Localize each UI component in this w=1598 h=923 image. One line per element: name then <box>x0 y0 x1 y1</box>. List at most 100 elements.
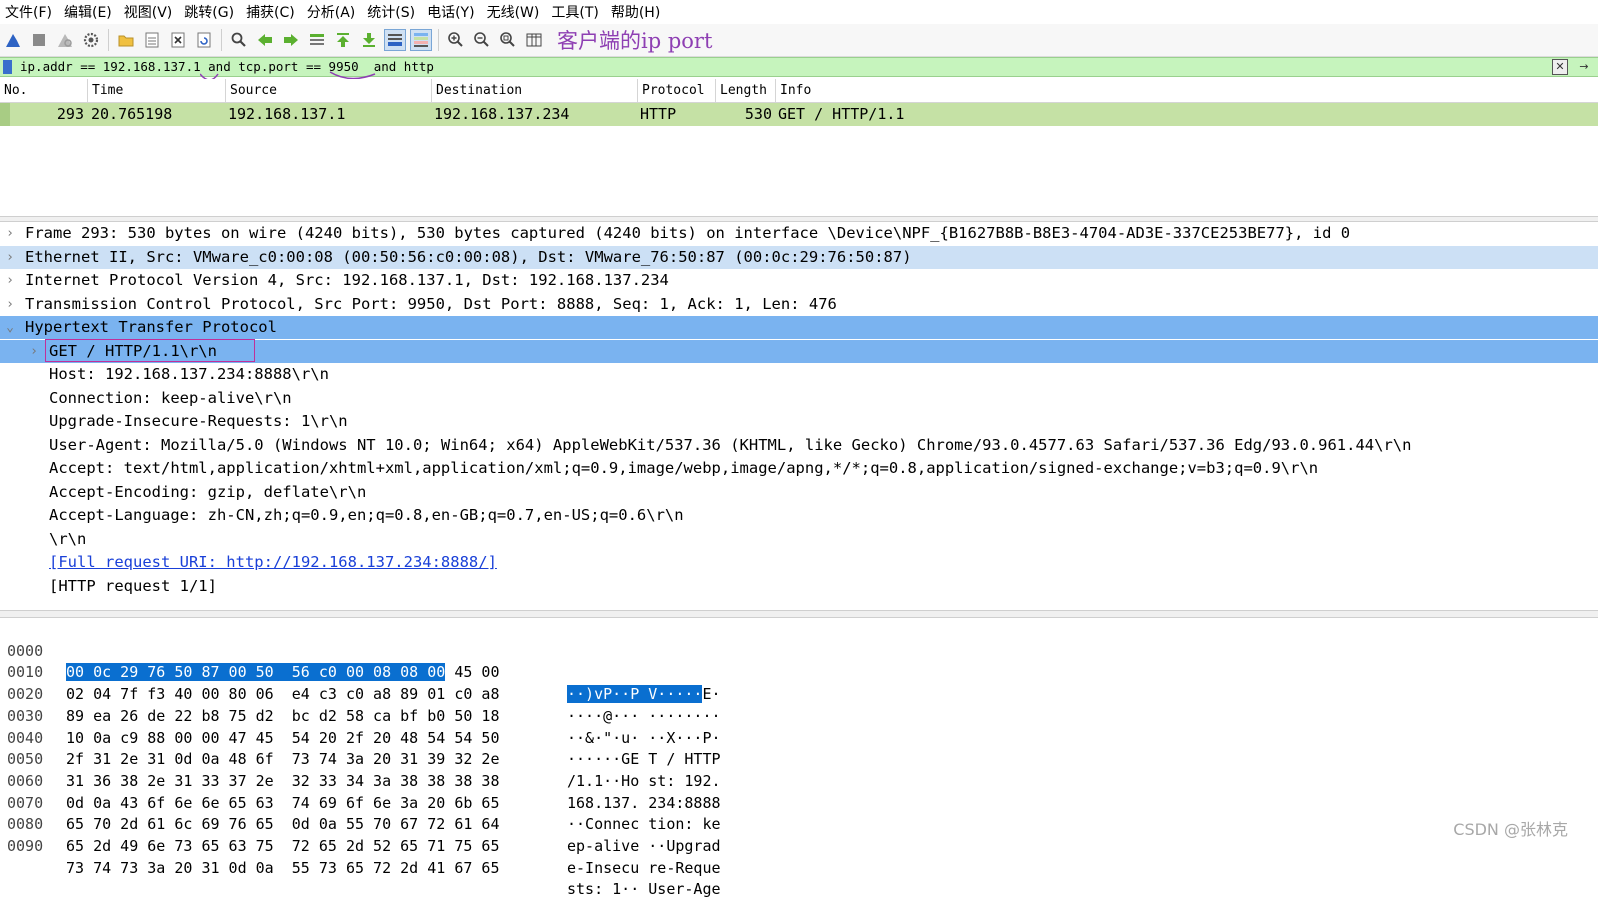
detail-http-accept-encoding[interactable]: Accept-Encoding: gzip, deflate\r\n <box>0 481 1598 504</box>
detail-frame[interactable]: › Frame 293: 530 bytes on wire (4240 bit… <box>0 222 1598 245</box>
hex-bytes: 02 04 7f f3 40 00 80 06 e4 c3 c0 a8 89 0… <box>66 685 500 704</box>
hex-row[interactable]: 0020 89 ea 26 de 22 b8 75 d2 bc d2 58 ca… <box>0 662 721 746</box>
detail-http-crlf[interactable]: \r\n <box>0 528 1598 551</box>
go-forward-arrow-icon[interactable] <box>280 29 302 51</box>
detail-http-upgrade[interactable]: Upgrade-Insecure-Requests: 1\r\n <box>0 410 1598 433</box>
collapse-arrow-icon[interactable]: ⌄ <box>3 316 17 339</box>
expand-arrow-icon[interactable]: › <box>3 269 17 292</box>
menu-edit[interactable]: 编辑(E) <box>59 2 119 22</box>
hex-bytes-selected: 00 0c 29 76 50 87 00 50 56 c0 00 08 08 0… <box>66 663 446 682</box>
auto-scroll-icon[interactable] <box>384 29 406 51</box>
hex-row[interactable]: 0090 73 74 73 3a 20 31 0d 0a 55 73 65 72… <box>0 814 721 898</box>
detail-http-user-agent[interactable]: User-Agent: Mozilla/5.0 (Windows NT 10.0… <box>0 434 1598 457</box>
menu-go[interactable]: 跳转(G) <box>179 2 241 22</box>
hex-row[interactable]: 0030 10 0a c9 88 00 00 47 45 54 20 2f 20… <box>0 684 721 768</box>
go-first-packet-icon[interactable] <box>332 29 354 51</box>
detail-http-accept[interactable]: Accept: text/html,application/xhtml+xml,… <box>0 457 1598 480</box>
hex-row[interactable]: 0040 2f 31 2e 31 0d 0a 48 6f 73 74 3a 20… <box>0 706 721 790</box>
hex-row[interactable]: 0080 65 2d 49 6e 73 65 63 75 72 65 2d 52… <box>0 793 721 876</box>
detail-http-request-count[interactable]: [HTTP request 1/1] <box>0 575 1598 598</box>
open-folder-icon[interactable] <box>115 29 137 51</box>
column-source[interactable]: Source <box>226 79 432 102</box>
menu-telephony[interactable]: 电话(Y) <box>422 2 481 22</box>
shark-fin-start-icon[interactable] <box>2 29 24 51</box>
client-ip-port-annotation: 客户端的ip port <box>557 29 713 53</box>
colorize-icon[interactable] <box>410 29 432 51</box>
column-destination[interactable]: Destination <box>432 79 638 102</box>
hex-row[interactable]: 0050 31 36 38 2e 31 33 37 2e 32 33 34 3a… <box>0 728 721 811</box>
detail-text: [HTTP request 1/1] <box>49 576 217 595</box>
zoom-normal-icon[interactable] <box>497 29 519 51</box>
hex-row[interactable]: 0070 65 70 2d 61 6c 69 76 65 0d 0a 55 70… <box>0 771 721 855</box>
detail-http-request-line[interactable]: › GET / HTTP/1.1\r\n <box>0 339 1598 363</box>
expand-arrow-icon[interactable]: › <box>3 222 17 245</box>
packet-row[interactable]: 293 20.765198 192.168.137.1 192.168.137.… <box>0 103 1598 126</box>
restart-fin-icon[interactable] <box>54 29 76 51</box>
column-protocol[interactable]: Protocol <box>638 79 716 102</box>
resize-columns-icon[interactable] <box>523 29 545 51</box>
go-back-arrow-icon[interactable] <box>254 29 276 51</box>
hex-bytes: 73 74 73 3a 20 31 0d 0a 55 73 65 72 2d 4… <box>66 858 500 877</box>
hex-row[interactable]: 0060 0d 0a 43 6f 6e 6e 65 63 74 69 6f 6e… <box>0 749 721 833</box>
detail-tcp[interactable]: › Transmission Control Protocol, Src Por… <box>0 293 1598 316</box>
go-last-packet-icon[interactable] <box>358 29 380 51</box>
detail-text: GET / HTTP/1.1\r\n <box>49 341 217 360</box>
bookmark-icon[interactable] <box>3 60 12 74</box>
zoom-out-icon[interactable] <box>471 29 493 51</box>
detail-http-connection[interactable]: Connection: keep-alive\r\n <box>0 387 1598 410</box>
detail-http-accept-language[interactable]: Accept-Language: zh-CN,zh;q=0.9,en;q=0.8… <box>0 504 1598 527</box>
display-filter-bar[interactable]: ip.addr == 192.168.137.1 and tcp.port ==… <box>0 57 1598 77</box>
detail-text: Hypertext Transfer Protocol <box>25 318 277 336</box>
detail-text: Internet Protocol Version 4, Src: 192.16… <box>25 271 669 289</box>
column-length[interactable]: Length <box>716 79 776 102</box>
detail-text: Connection: keep-alive\r\n <box>49 388 292 407</box>
detail-text: User-Agent: Mozilla/5.0 (Windows NT 10.0… <box>49 435 1412 454</box>
packet-no: 293 <box>56 105 84 123</box>
detail-ip[interactable]: › Internet Protocol Version 4, Src: 192.… <box>0 269 1598 292</box>
menu-file[interactable]: 文件(F) <box>0 2 59 22</box>
packet-destination: 192.168.137.234 <box>434 105 570 123</box>
expand-arrow-icon[interactable]: › <box>3 293 17 316</box>
expand-arrow-icon[interactable]: › <box>3 246 17 269</box>
display-filter-input[interactable]: ip.addr == 192.168.137.1 and tcp.port ==… <box>20 59 434 74</box>
column-time[interactable]: Time <box>88 79 226 102</box>
menu-wireless[interactable]: 无线(W) <box>482 2 547 22</box>
stop-square-icon[interactable] <box>28 29 50 51</box>
hex-row[interactable]: 0010 02 04 7f f3 40 00 80 06 e4 c3 c0 a8… <box>0 641 721 724</box>
go-to-packet-icon[interactable] <box>306 29 328 51</box>
detail-http[interactable]: ⌄ Hypertext Transfer Protocol <box>0 316 1598 339</box>
menu-view[interactable]: 视图(V) <box>119 2 180 22</box>
hex-bytes-rest: 45 00 <box>445 663 500 682</box>
hex-bytes: 31 36 38 2e 31 33 37 2e 32 33 34 3a 38 3… <box>66 771 500 790</box>
pane-splitter[interactable] <box>0 610 1598 618</box>
menu-tools[interactable]: 工具(T) <box>546 2 605 22</box>
hex-bytes: 65 70 2d 61 6c 69 76 65 0d 0a 55 70 67 7… <box>66 815 500 834</box>
menu-capture[interactable]: 捕获(C) <box>241 2 302 22</box>
ascii-text: ··)vP··P V·····E· <box>567 684 721 706</box>
column-info[interactable]: Info <box>776 79 1598 102</box>
packet-details-pane: › Frame 293: 530 bytes on wire (4240 bit… <box>0 224 1598 608</box>
save-file-icon[interactable] <box>141 29 163 51</box>
apply-filter-arrow-icon[interactable]: → <box>1576 59 1592 75</box>
reload-icon[interactable] <box>193 29 215 51</box>
packet-protocol: HTTP <box>640 105 677 123</box>
menu-help[interactable]: 帮助(H) <box>606 2 667 22</box>
detail-text: Host: 192.168.137.234:8888\r\n <box>49 365 329 383</box>
menu-statistics[interactable]: 统计(S) <box>362 2 422 22</box>
hex-bytes: 89 ea 26 de 22 b8 75 d2 bc d2 58 ca bf b… <box>66 706 500 725</box>
detail-full-request-uri-link[interactable]: [Full request URI: http://192.168.137.23… <box>0 551 1598 574</box>
clear-filter-icon[interactable]: ✕ <box>1552 59 1568 75</box>
find-magnifier-icon[interactable] <box>228 29 250 51</box>
hex-row[interactable]: 0000 00 0c 29 76 50 87 00 50 56 c0 00 08… <box>0 619 721 704</box>
detail-ethernet[interactable]: › Ethernet II, Src: VMware_c0:00:08 (00:… <box>0 245 1598 269</box>
zoom-in-icon[interactable] <box>445 29 467 51</box>
menu-analyze[interactable]: 分析(A) <box>302 2 363 22</box>
detail-http-host[interactable]: Host: 192.168.137.234:8888\r\n <box>0 363 1598 386</box>
expand-arrow-icon[interactable]: › <box>27 340 41 363</box>
detail-text[interactable]: [Full request URI: http://192.168.137.23… <box>49 551 497 574</box>
capture-options-gear-icon[interactable] <box>80 29 102 51</box>
ascii-rest: E· <box>702 685 721 704</box>
close-file-icon[interactable] <box>167 29 189 51</box>
toolbar-separator <box>108 29 109 51</box>
column-no[interactable]: No. <box>0 79 88 102</box>
